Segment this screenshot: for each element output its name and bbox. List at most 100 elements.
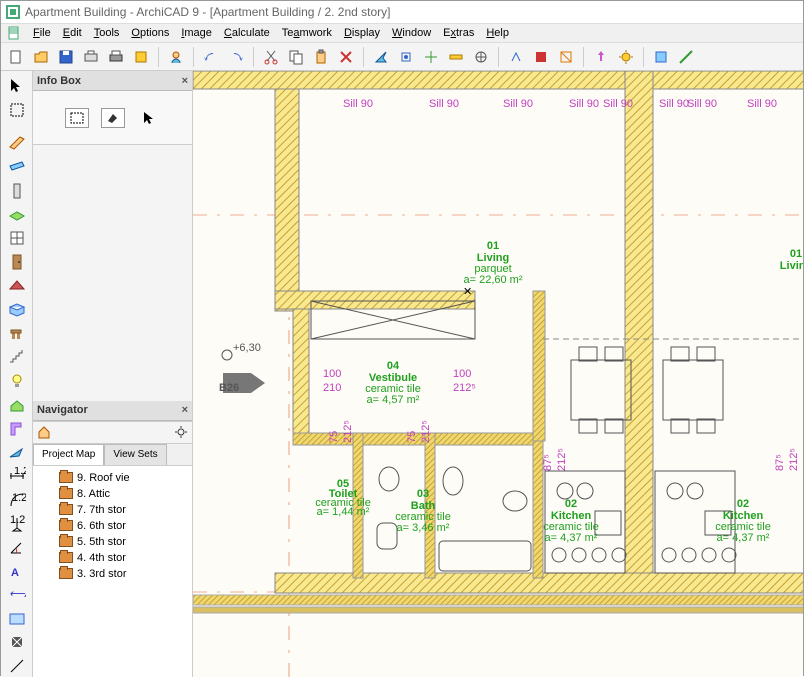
svg-text:100: 100 bbox=[453, 368, 471, 380]
svg-text:Sill 90: Sill 90 bbox=[343, 98, 373, 110]
nav-settings-icon[interactable] bbox=[174, 425, 188, 439]
tool-h[interactable] bbox=[555, 46, 577, 68]
tree-story-item[interactable]: 4. 4th stor bbox=[35, 550, 190, 566]
navigator-header[interactable]: Navigator × bbox=[33, 401, 192, 421]
stair-tool[interactable] bbox=[5, 346, 29, 368]
mesh-tool[interactable] bbox=[5, 299, 29, 321]
tree-story-item[interactable]: 8. Attic bbox=[35, 486, 190, 502]
zone-tool[interactable] bbox=[5, 608, 29, 630]
redo-button[interactable] bbox=[225, 46, 247, 68]
menu-image[interactable]: Image bbox=[175, 25, 218, 41]
wall-tool[interactable] bbox=[5, 132, 29, 154]
tree-story-item[interactable]: 5. 5th stor bbox=[35, 534, 190, 550]
nav-home-icon[interactable] bbox=[37, 425, 51, 439]
svg-text:03: 03 bbox=[417, 488, 429, 500]
radial-dim-tool[interactable]: 1.2 bbox=[5, 489, 29, 511]
skylight-tool[interactable] bbox=[5, 394, 29, 416]
roof-tool[interactable] bbox=[5, 275, 29, 297]
tool-a[interactable] bbox=[370, 46, 392, 68]
save-button[interactable] bbox=[55, 46, 77, 68]
paste-button[interactable] bbox=[310, 46, 332, 68]
tree-story-item[interactable]: 7. 7th stor bbox=[35, 502, 190, 518]
copy-button[interactable] bbox=[285, 46, 307, 68]
dimension-tool[interactable]: 1.2 bbox=[5, 465, 29, 487]
svg-text:75: 75 bbox=[328, 431, 340, 443]
tool-j[interactable] bbox=[615, 46, 637, 68]
tool-g[interactable] bbox=[530, 46, 552, 68]
menu-file[interactable]: File bbox=[27, 25, 57, 41]
menu-options[interactable]: Options bbox=[125, 25, 175, 41]
tool-d[interactable] bbox=[445, 46, 467, 68]
print-button[interactable] bbox=[105, 46, 127, 68]
menu-teamwork[interactable]: Teamwork bbox=[276, 25, 338, 41]
marquee-tool[interactable] bbox=[5, 99, 29, 121]
beam-tool[interactable] bbox=[5, 156, 29, 178]
infobox-close-icon[interactable]: × bbox=[182, 75, 188, 87]
svg-text:Sill 90: Sill 90 bbox=[429, 98, 459, 110]
tool-e[interactable] bbox=[470, 46, 492, 68]
level-dim-tool[interactable]: 1.2 bbox=[5, 513, 29, 535]
window-tool[interactable] bbox=[5, 228, 29, 250]
drawing-canvas[interactable]: Sill 90 Sill 90 Sill 90 Sill 90 Sill 90 … bbox=[193, 71, 803, 677]
tool-f[interactable] bbox=[505, 46, 527, 68]
menubar: File Edit Tools Options Image Calculate … bbox=[1, 23, 803, 43]
info-marquee-icon[interactable] bbox=[65, 108, 89, 128]
lamp-tool[interactable] bbox=[5, 370, 29, 392]
menu-calculate[interactable]: Calculate bbox=[218, 25, 276, 41]
corner-tool[interactable] bbox=[5, 418, 29, 440]
label-tool[interactable]: ⟵A1 bbox=[5, 584, 29, 606]
column-tool[interactable] bbox=[5, 180, 29, 202]
svg-text:a= 4,37 m²: a= 4,37 m² bbox=[717, 532, 770, 544]
svg-text:212⁵: 212⁵ bbox=[788, 448, 800, 471]
angle-dim-tool[interactable] bbox=[5, 536, 29, 558]
menu-display[interactable]: Display bbox=[338, 25, 386, 41]
text-tool[interactable]: A bbox=[5, 560, 29, 582]
room-kitchen1: 02 Kitchen ceramic tile a= 4,37 m² bbox=[543, 498, 599, 544]
new-button[interactable] bbox=[5, 46, 27, 68]
folder-icon bbox=[59, 568, 73, 579]
solo-button[interactable] bbox=[165, 46, 187, 68]
infobox-header[interactable]: Info Box × bbox=[33, 71, 192, 91]
slab-tool[interactable] bbox=[5, 204, 29, 226]
titlebar: Apartment Building - ArchiCAD 9 - [Apart… bbox=[1, 1, 803, 23]
menu-window[interactable]: Window bbox=[386, 25, 437, 41]
plotmaker-button[interactable] bbox=[130, 46, 152, 68]
folder-icon bbox=[59, 520, 73, 531]
navigator-tree[interactable]: 9. Roof vie8. Attic7. 7th stor6. 6th sto… bbox=[33, 466, 192, 677]
app-icon bbox=[5, 4, 21, 20]
undo-button[interactable] bbox=[200, 46, 222, 68]
menu-help[interactable]: Help bbox=[480, 25, 515, 41]
open-button[interactable] bbox=[30, 46, 52, 68]
room-living: 01 Living parquet a= 22,60 m² bbox=[463, 240, 522, 286]
tool-c[interactable] bbox=[420, 46, 442, 68]
menu-extras[interactable]: Extras bbox=[437, 25, 480, 41]
cut-button[interactable] bbox=[260, 46, 282, 68]
svg-text:Sill 90: Sill 90 bbox=[687, 98, 717, 110]
info-cursor-icon[interactable] bbox=[137, 108, 161, 128]
plot-button[interactable] bbox=[80, 46, 102, 68]
svg-text:01: 01 bbox=[487, 240, 499, 252]
tool-k[interactable] bbox=[650, 46, 672, 68]
tool-l[interactable] bbox=[675, 46, 697, 68]
tab-view-sets[interactable]: View Sets bbox=[104, 444, 166, 465]
tree-story-item[interactable]: 6. 6th stor bbox=[35, 518, 190, 534]
fill-tool[interactable] bbox=[5, 632, 29, 654]
tree-story-item[interactable]: 3. 3rd stor bbox=[35, 566, 190, 582]
menu-edit[interactable]: Edit bbox=[57, 25, 88, 41]
svg-text:✕: ✕ bbox=[463, 286, 472, 298]
tree-story-item[interactable]: 9. Roof vie bbox=[35, 470, 190, 486]
arrow-tool[interactable] bbox=[5, 75, 29, 97]
navigator-close-icon[interactable]: × bbox=[182, 404, 188, 416]
section-tool[interactable] bbox=[5, 441, 29, 463]
info-fill-icon[interactable] bbox=[101, 108, 125, 128]
menu-tools[interactable]: Tools bbox=[88, 25, 126, 41]
svg-text:87⁵: 87⁵ bbox=[542, 454, 554, 471]
window-title: Apartment Building - ArchiCAD 9 - [Apart… bbox=[25, 5, 391, 19]
line-tool[interactable] bbox=[5, 655, 29, 677]
door-tool[interactable] bbox=[5, 251, 29, 273]
tool-i[interactable] bbox=[590, 46, 612, 68]
tool-b[interactable] bbox=[395, 46, 417, 68]
tab-project-map[interactable]: Project Map bbox=[33, 444, 104, 465]
delete-button[interactable] bbox=[335, 46, 357, 68]
object-tool[interactable] bbox=[5, 323, 29, 345]
